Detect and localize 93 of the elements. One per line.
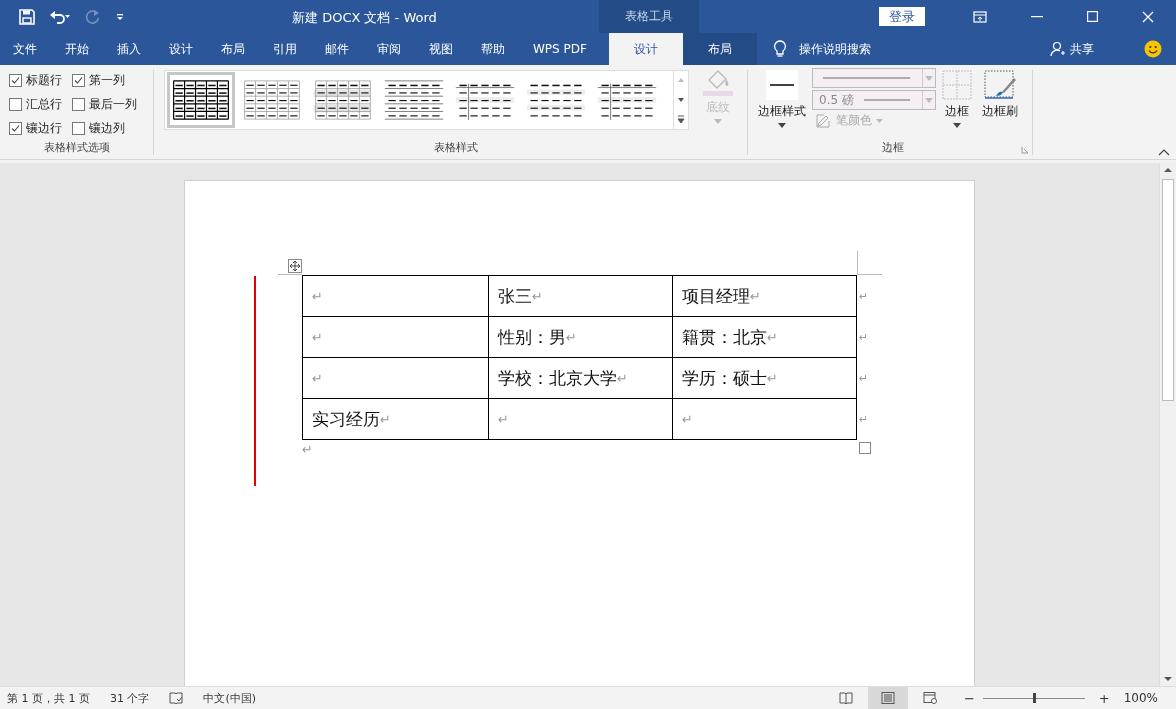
ribbon-tab[interactable]: 审阅 <box>363 33 415 65</box>
smiley-icon[interactable] <box>1144 40 1162 58</box>
table-cell: ↵ <box>303 358 489 399</box>
line-sample-icon <box>861 97 912 103</box>
language[interactable]: 中文(中国) <box>203 690 257 706</box>
undo-icon[interactable] <box>49 8 71 25</box>
checkbox-label: 镶边列 <box>89 120 125 137</box>
ribbon-tab[interactable]: 插入 <box>103 33 155 65</box>
checkbox[interactable] <box>9 122 22 135</box>
vertical-scrollbar[interactable] <box>1159 163 1176 686</box>
table-cell: 学历：硕士↵ <box>673 358 857 399</box>
ribbon-tab[interactable]: 视图 <box>415 33 467 65</box>
margin-mark <box>278 274 302 275</box>
ribbon-display-icon[interactable] <box>973 10 987 23</box>
group-title: 边框 <box>882 140 904 155</box>
checkbox-label: 标题行 <box>26 72 62 89</box>
checkbox[interactable] <box>9 98 22 111</box>
lightbulb-icon <box>772 40 787 58</box>
border-styles-button[interactable]: 边框样式 <box>754 70 810 129</box>
word-count[interactable]: 31 个字 <box>110 690 150 706</box>
caret-icon <box>953 123 961 128</box>
checkbox-label: 汇总行 <box>26 96 62 113</box>
group-title: 表格样式 <box>433 140 478 155</box>
paragraph-mark: ↵ <box>302 442 313 457</box>
customize-icon[interactable] <box>115 11 125 22</box>
group-title: 表格样式选项 <box>43 140 110 155</box>
tell-me-search[interactable]: 操作说明搜索 <box>798 33 871 65</box>
table-cell: ↵ <box>673 399 857 440</box>
minimize-icon[interactable] <box>1031 15 1043 18</box>
move-handle-icon[interactable] <box>288 259 302 273</box>
page-count[interactable]: 第 1 页，共 1 页 <box>7 690 90 706</box>
context-tab-group: 表格工具 <box>599 0 699 33</box>
row-end-mark: ↵ <box>859 413 869 426</box>
ribbon-tab[interactable]: 设计 <box>608 33 683 65</box>
border-painter-button[interactable]: 边框刷 <box>978 70 1022 129</box>
dialog-launcher-icon[interactable] <box>1021 146 1029 154</box>
table-cell: 学校：北京大学↵ <box>489 358 673 399</box>
resize-handle[interactable] <box>859 442 871 454</box>
person-add-icon <box>1050 41 1066 57</box>
collapse-ribbon-icon[interactable] <box>1158 148 1170 156</box>
table-cell: ↵ <box>303 317 489 358</box>
maximize-icon[interactable] <box>1087 11 1098 22</box>
caret-icon <box>925 97 933 103</box>
row-end-mark: ↵ <box>859 289 869 303</box>
ribbon-tab[interactable]: 文件 <box>0 33 51 65</box>
row-end-mark: ↵ <box>859 331 869 344</box>
table-cell: 性别：男↵ <box>489 317 673 358</box>
caret-icon <box>925 75 934 81</box>
ribbon-tab[interactable]: 布局 <box>207 33 259 65</box>
table-style-thumbnail[interactable] <box>167 72 235 128</box>
zoom-out-button[interactable]: − <box>963 691 975 705</box>
ribbon-tab[interactable]: 布局 <box>682 33 757 65</box>
web-page-icon <box>922 692 937 704</box>
checkbox[interactable] <box>72 98 85 111</box>
caret-icon <box>876 118 883 123</box>
table-cell: 实习经历↵ <box>303 399 489 440</box>
ribbon-tab[interactable]: 帮助 <box>467 33 519 65</box>
ribbon-tab[interactable]: 邮件 <box>311 33 363 65</box>
checkbox[interactable] <box>72 122 85 135</box>
ribbon-tab[interactable]: WPS PDF <box>519 33 601 65</box>
zoom-in-button[interactable]: + <box>1098 691 1110 705</box>
page-lines-icon <box>880 692 895 704</box>
close-icon[interactable] <box>1142 10 1154 23</box>
zoom-level[interactable]: 100% <box>1123 691 1158 705</box>
zoom-slider[interactable] <box>982 693 1085 703</box>
share-button[interactable]: 共享 <box>1044 33 1100 65</box>
pen-icon <box>816 113 832 128</box>
print-layout-button[interactable] <box>867 687 908 709</box>
checkbox-label: 第一列 <box>89 72 125 89</box>
margin-mark <box>857 251 882 275</box>
table-cell: 项目经理↵ <box>673 276 857 317</box>
window-title: 新建 DOCX 文档 - Word <box>292 9 437 27</box>
table-cell: 张三↵ <box>489 276 673 317</box>
caret-icon <box>778 123 786 128</box>
border-brush-icon <box>984 70 1016 100</box>
proofing-icon[interactable] <box>169 691 184 705</box>
borders-grid-icon <box>942 70 972 100</box>
save-icon[interactable] <box>19 8 35 25</box>
table-cell: ↵ <box>489 399 673 440</box>
login-button[interactable]: 登录 <box>879 7 925 26</box>
ribbon-tab[interactable]: 设计 <box>155 33 207 65</box>
open-book-icon <box>838 692 853 704</box>
checkbox-label: 镶边行 <box>26 120 62 137</box>
table-cell: ↵ <box>303 276 489 317</box>
ribbon-tab[interactable]: 开始 <box>51 33 103 65</box>
ribbon-tab[interactable]: 引用 <box>259 33 311 65</box>
caret-icon <box>714 119 722 124</box>
checkbox[interactable] <box>72 74 85 87</box>
borders-button[interactable]: 边框 <box>938 70 976 129</box>
row-end-mark: ↵ <box>859 372 869 385</box>
table-cell: 籍贯：北京↵ <box>673 317 857 358</box>
checkbox-label: 最后一列 <box>89 96 137 113</box>
checkbox[interactable] <box>9 74 22 87</box>
